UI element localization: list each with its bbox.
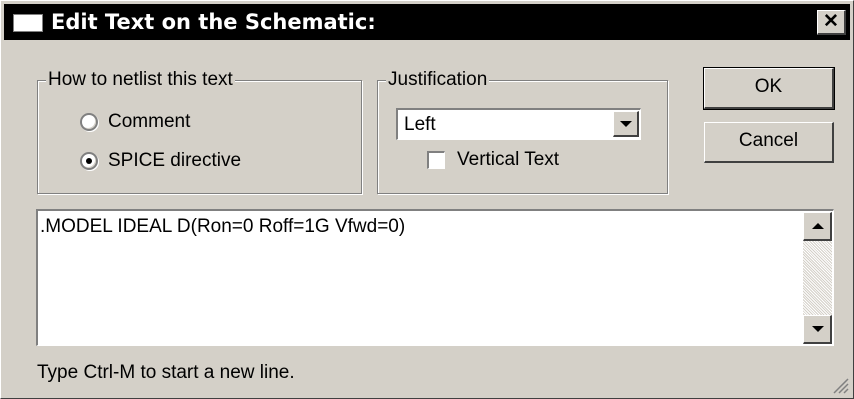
arrow-up-icon [812, 223, 824, 229]
chevron-down-icon [620, 121, 632, 127]
justification-value[interactable]: Left [404, 111, 436, 138]
resize-grip-icon[interactable] [831, 376, 849, 394]
netlist-mode-legend: How to netlist this text [46, 67, 235, 93]
radio-spice-directive-label[interactable]: SPICE directive [108, 147, 241, 175]
cancel-button[interactable]: Cancel [704, 122, 834, 163]
vertical-scrollbar[interactable] [803, 212, 832, 344]
radio-comment[interactable]: Comment [80, 108, 280, 136]
window-icon[interactable] [13, 14, 43, 32]
vertical-text-checkbox[interactable] [427, 151, 445, 169]
scroll-up-button[interactable] [803, 212, 832, 241]
edit-text-dialog: Edit Text on the Schematic: ✕ How to net… [0, 0, 854, 399]
radio-spice-directive[interactable]: SPICE directive [80, 147, 310, 175]
close-button[interactable]: ✕ [817, 10, 846, 35]
ok-button[interactable]: OK [703, 67, 835, 110]
justification-legend: Justification [386, 67, 490, 93]
justification-select[interactable]: Left [396, 108, 641, 140]
radio-comment-label[interactable]: Comment [108, 108, 190, 136]
justification-dropdown-button[interactable] [613, 111, 639, 137]
arrow-down-icon [812, 326, 824, 332]
radio-spice-directive-button[interactable] [80, 152, 98, 170]
title-bar[interactable]: Edit Text on the Schematic: ✕ [4, 4, 850, 40]
window-title: Edit Text on the Schematic: [51, 10, 376, 34]
scroll-down-button[interactable] [803, 315, 832, 344]
editor-text[interactable]: .MODEL IDEAL D(Ron=0 Roff=1G Vfwd=0) [40, 214, 405, 240]
justification-group: Justification Left Vertical Text [377, 67, 668, 194]
netlist-mode-group: How to netlist this text Comment SPICE d… [37, 67, 362, 194]
text-editor[interactable]: .MODEL IDEAL D(Ron=0 Roff=1G Vfwd=0) [36, 209, 834, 346]
hint-text: Type Ctrl-M to start a new line. [37, 362, 295, 383]
vertical-text-label[interactable]: Vertical Text [457, 146, 559, 174]
radio-comment-button[interactable] [80, 113, 98, 131]
close-icon: ✕ [823, 11, 839, 32]
